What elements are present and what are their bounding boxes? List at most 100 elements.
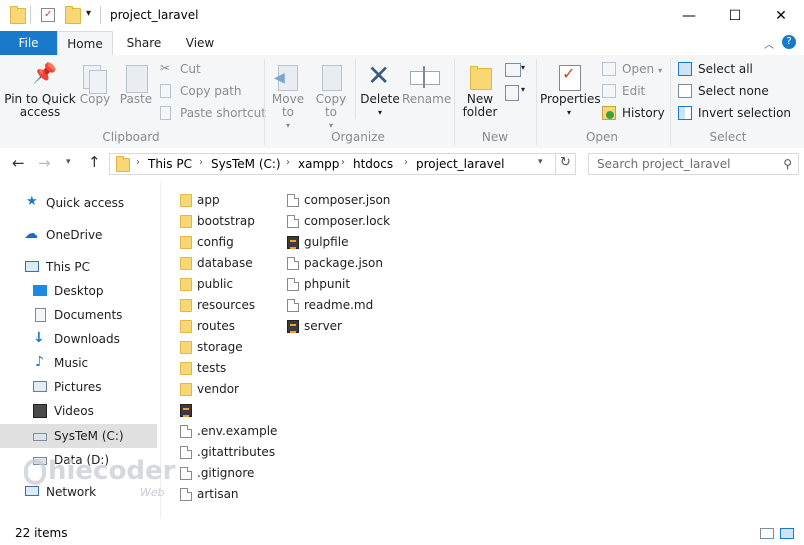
properties-button[interactable]: ✓ Properties ▾ [540,63,601,119]
chevron-right-icon[interactable]: › [341,157,345,168]
file-name: routes [197,319,235,333]
rename-button[interactable]: Rename [402,63,451,106]
nav-item-this-pc[interactable]: This PC [0,255,157,279]
new-item-icon[interactable] [505,63,521,77]
copy-to-button[interactable]: Copy to ▾ [312,63,350,132]
address-dropdown-icon[interactable]: ▾ [538,157,543,167]
address-bar[interactable]: › This PC › SysTeM (C:) › xampp › htdocs… [109,153,576,175]
edit-button[interactable]: Edit [602,81,645,101]
list-item[interactable]: readme.md [287,295,373,316]
nav-item-downloads[interactable]: ↓ Downloads [0,327,157,351]
easy-access-icon[interactable] [505,85,519,101]
properties-icon[interactable]: ✓ [41,8,55,22]
chevron-right-icon[interactable]: › [286,157,290,168]
nav-item-onedrive[interactable]: ☁ OneDrive [0,223,157,247]
nav-item-pictures[interactable]: Pictures [0,375,157,399]
list-item[interactable]: config [180,232,234,253]
chevron-right-icon[interactable]: › [199,157,203,168]
nav-item-system-drive[interactable]: SysTeM (C:) [0,424,157,448]
clipboard-group-label: Clipboard [102,130,160,144]
chevron-right-icon[interactable]: › [136,157,140,168]
search-placeholder: Search project_laravel [597,157,731,171]
folder-icon [180,194,192,207]
list-item[interactable]: .gitattributes [180,442,275,463]
list-item[interactable]: bootstrap [180,211,255,232]
tab-view[interactable]: View [176,31,224,55]
file-name: readme.md [304,298,374,312]
forward-arrow-icon[interactable]: → [38,154,51,172]
history-button[interactable]: History [602,103,665,123]
drive-icon [33,433,47,441]
list-item[interactable]: .env.example [180,421,277,442]
copy-path-button[interactable]: Copy path [160,81,242,101]
list-item[interactable]: composer.json [287,190,390,211]
recent-locations-icon[interactable]: ▾ [66,157,71,167]
list-item[interactable]: tests [180,358,226,379]
list-item[interactable] [180,400,197,421]
list-item[interactable]: storage [180,337,243,358]
details-view-icon[interactable] [760,528,774,539]
large-icons-view-icon[interactable] [780,528,794,539]
tab-file[interactable]: File [0,31,57,55]
move-to-button[interactable]: ◀ Move to ▾ [268,63,308,132]
breadcrumb-htdocs[interactable]: htdocs [353,157,393,171]
nav-label: Network [46,485,97,499]
cut-button[interactable]: ✂ Cut [160,59,201,79]
tab-share[interactable]: Share [120,31,168,55]
nav-item-quick-access[interactable]: ★ Quick access [0,191,157,215]
copy-to-label: Copy to [315,92,347,119]
list-item[interactable]: phpunit [287,274,350,295]
paste-shortcut-button[interactable]: Paste shortcut [160,103,266,123]
maximize-button[interactable]: ☐ [712,0,758,31]
list-item[interactable]: composer.lock [287,211,390,232]
list-item[interactable]: app [180,190,220,211]
list-item[interactable]: package.json [287,253,383,274]
refresh-icon[interactable]: ↻ [560,155,571,170]
delete-icon: ✕ [367,59,391,92]
list-item[interactable]: resources [180,295,255,316]
help-icon[interactable]: ? [782,35,796,49]
chevron-right-icon[interactable]: › [404,157,408,168]
dropdown-arrow-icon[interactable]: ▾ [521,85,525,94]
minimize-button[interactable]: — [666,0,712,31]
nav-item-videos[interactable]: Videos [0,399,157,423]
breadcrumb-system-drive[interactable]: SysTeM (C:) [211,157,281,171]
open-button[interactable]: Open ▾ [602,59,662,79]
customize-toolbar-icon[interactable]: ▾ [86,8,91,19]
list-item[interactable]: database [180,253,253,274]
paste-button[interactable]: Paste [118,63,154,106]
new-folder-icon[interactable] [65,6,81,24]
copy-button[interactable]: Copy [78,63,112,106]
list-item[interactable]: public [180,274,233,295]
close-button[interactable]: ✕ [758,0,804,31]
list-item[interactable]: gulpfile [287,232,348,253]
search-input[interactable]: Search project_laravel ⚲ [588,153,799,175]
nav-item-desktop[interactable]: Desktop [0,279,157,303]
file-name: server [304,319,342,333]
dropdown-arrow-icon[interactable]: ▾ [521,63,525,72]
collapse-ribbon-icon[interactable]: ︿ [764,36,774,51]
cloud-icon: ☁ [24,226,38,242]
invert-selection-button[interactable]: Invert selection [678,103,791,123]
tab-home[interactable]: Home [57,31,113,56]
divider [536,59,537,145]
list-item[interactable]: .gitignore [180,463,254,484]
list-item[interactable]: server [287,316,342,337]
select-all-button[interactable]: Select all [678,59,753,79]
delete-button[interactable]: ✕ Delete ▾ [360,59,400,119]
list-item[interactable]: vendor [180,379,239,400]
select-group-label: Select [709,130,747,144]
file-icon [180,488,192,501]
pin-to-quick-access-button[interactable]: 📌 Pin to Quick access [4,63,76,119]
new-folder-button[interactable]: New folder [458,63,502,119]
back-arrow-icon[interactable]: ← [12,154,25,172]
breadcrumb-project-laravel[interactable]: project_laravel [416,157,504,171]
list-item[interactable]: routes [180,316,235,337]
up-arrow-icon[interactable]: ↑ [88,153,101,171]
breadcrumb-this-pc[interactable]: This PC [148,157,192,171]
breadcrumb-xampp[interactable]: xampp [298,157,339,171]
nav-item-documents[interactable]: Documents [0,303,157,327]
list-item[interactable]: artisan [180,484,239,505]
nav-item-music[interactable]: ♪ Music [0,351,157,375]
select-none-button[interactable]: Select none [678,81,769,101]
